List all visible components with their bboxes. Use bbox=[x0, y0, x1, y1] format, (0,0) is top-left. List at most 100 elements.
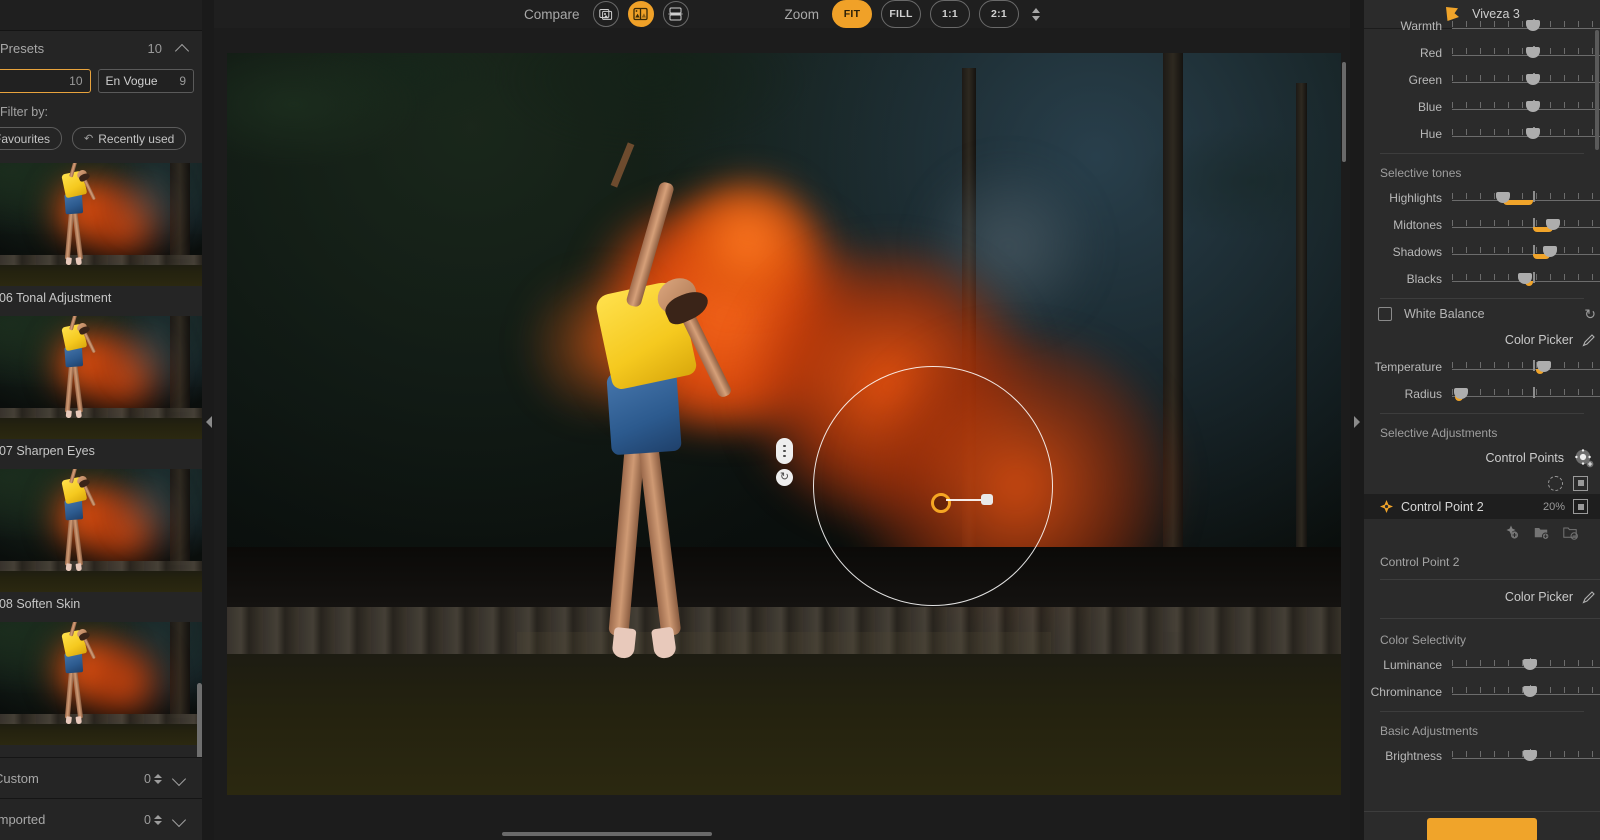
slider-highlights[interactable] bbox=[1452, 189, 1600, 207]
slider-row-midtones[interactable]: Midtones bbox=[1364, 211, 1600, 238]
slider-brightness[interactable] bbox=[1452, 747, 1600, 765]
filter-pill-favourites[interactable]: Favourites bbox=[0, 127, 62, 150]
list-item[interactable]: 007 Sharpen Eyes bbox=[0, 316, 202, 466]
group-add-icon[interactable] bbox=[1534, 525, 1549, 540]
duplicate-icon[interactable]: ↻ bbox=[776, 469, 793, 486]
slider-row-temperature[interactable]: Temperature bbox=[1364, 353, 1600, 380]
eyedropper-icon[interactable] bbox=[1582, 333, 1596, 347]
collapse-right-panel-icon[interactable] bbox=[1354, 416, 1360, 428]
zoom-2-1-button[interactable]: 2:1 bbox=[979, 0, 1019, 28]
preset-tab-en-vogue[interactable]: En Vogue 9 bbox=[98, 69, 195, 93]
stepper-icon[interactable]: 0 bbox=[144, 813, 162, 827]
control-point-color-picker-row[interactable]: Color Picker bbox=[1364, 584, 1600, 610]
slider-hue[interactable] bbox=[1452, 125, 1600, 143]
imported-presets-row[interactable]: Imported 0 bbox=[0, 798, 202, 840]
divider bbox=[1380, 711, 1584, 712]
preset-tab-all[interactable]: 10 bbox=[0, 69, 91, 93]
eyedropper-icon[interactable] bbox=[1582, 590, 1596, 604]
add-control-point-icon[interactable] bbox=[1574, 448, 1594, 468]
preset-thumbnail[interactable] bbox=[0, 316, 202, 439]
apply-button[interactable] bbox=[1427, 818, 1537, 840]
slider-temperature[interactable] bbox=[1452, 358, 1600, 376]
slider-blue[interactable] bbox=[1452, 98, 1600, 116]
chevron-up-icon[interactable] bbox=[176, 41, 190, 55]
list-item[interactable]: Control Point 2 20% bbox=[1364, 494, 1600, 519]
split-compare-icon[interactable] bbox=[628, 1, 654, 27]
zoom-fit-button[interactable]: FIT bbox=[832, 0, 872, 28]
chevron-down-icon[interactable] bbox=[172, 771, 188, 787]
slider-blacks[interactable] bbox=[1452, 270, 1600, 288]
chevron-down-icon[interactable] bbox=[172, 812, 188, 828]
slider-label-green: Green bbox=[1364, 73, 1452, 87]
canvas-horizontal-scrollbar[interactable] bbox=[502, 832, 712, 836]
slider-row-warmth[interactable]: Warmth bbox=[1364, 12, 1600, 39]
kebab-menu-icon[interactable] bbox=[776, 438, 793, 464]
control-point-tools bbox=[1364, 519, 1600, 545]
mask-toggle-icon[interactable] bbox=[1573, 499, 1588, 514]
slider-row-hue[interactable]: Hue bbox=[1364, 120, 1600, 147]
slider-row-shadows[interactable]: Shadows bbox=[1364, 238, 1600, 265]
slider-shadows[interactable] bbox=[1452, 243, 1600, 261]
slider-green[interactable] bbox=[1452, 71, 1600, 89]
reset-icon[interactable]: ↻ bbox=[1584, 306, 1596, 323]
mask-toggle-icon[interactable] bbox=[1573, 476, 1588, 491]
group-remove-icon[interactable] bbox=[1563, 525, 1578, 540]
panel-scrollbar[interactable] bbox=[1595, 30, 1599, 150]
preset-thumbnail[interactable] bbox=[0, 469, 202, 592]
photo-preview[interactable]: ↻ bbox=[227, 53, 1341, 795]
slider-midtones[interactable] bbox=[1452, 216, 1600, 234]
adjustments-scroll-area[interactable]: Warmth Red Green bbox=[1364, 28, 1600, 840]
white-balance-color-picker-row[interactable]: Color Picker bbox=[1364, 327, 1600, 353]
slider-row-red[interactable]: Red bbox=[1364, 39, 1600, 66]
images-stack-icon[interactable] bbox=[593, 1, 619, 27]
list-item[interactable]: 006 Tonal Adjustment bbox=[0, 163, 202, 313]
group-remove-glyph bbox=[1563, 525, 1578, 540]
slider-row-radius[interactable]: Radius bbox=[1364, 380, 1600, 407]
control-point-radius-circle[interactable] bbox=[813, 366, 1053, 606]
checkbox-icon[interactable] bbox=[1378, 307, 1392, 321]
slider-luminance[interactable] bbox=[1452, 656, 1600, 674]
control-point-handle[interactable] bbox=[931, 493, 951, 513]
slider-row-blue[interactable]: Blue bbox=[1364, 93, 1600, 120]
zoom-stepper-icon[interactable] bbox=[1032, 8, 1040, 21]
thumb-wall bbox=[0, 561, 202, 571]
eyedropper-glyph bbox=[1582, 333, 1596, 347]
slider-row-chrominance[interactable]: Chrominance bbox=[1364, 678, 1600, 705]
selection-circle-icon[interactable] bbox=[1548, 476, 1563, 491]
image-canvas[interactable]: ↻ bbox=[214, 28, 1350, 840]
eyedropper-glyph bbox=[1582, 590, 1596, 604]
add-point-icon[interactable] bbox=[1505, 525, 1520, 540]
zoom-1-1-button[interactable]: 1:1 bbox=[930, 0, 970, 28]
slider-chrominance[interactable] bbox=[1452, 683, 1600, 701]
slider-row-highlights[interactable]: Highlights bbox=[1364, 184, 1600, 211]
custom-presets-label: Custom bbox=[0, 771, 39, 786]
images-stack-glyph bbox=[599, 8, 613, 21]
slider-row-green[interactable]: Green bbox=[1364, 66, 1600, 93]
slider-radius[interactable] bbox=[1452, 385, 1600, 403]
thumb-dancer bbox=[53, 316, 98, 418]
collapse-left-panel-icon[interactable] bbox=[206, 416, 212, 428]
slider-row-blacks[interactable]: Blacks bbox=[1364, 265, 1600, 292]
slider-red[interactable] bbox=[1452, 44, 1600, 62]
list-item[interactable]: 008 Soften Skin bbox=[0, 469, 202, 619]
scene-water bbox=[227, 547, 1341, 606]
slider-row-luminance[interactable]: Luminance bbox=[1364, 651, 1600, 678]
canvas-vertical-scrollbar[interactable] bbox=[1342, 62, 1346, 162]
preset-thumbnail[interactable] bbox=[0, 163, 202, 286]
slider-row-brightness[interactable]: Brightness bbox=[1364, 742, 1600, 769]
list-item[interactable] bbox=[0, 622, 202, 745]
filter-pill-recently-used[interactable]: ↶ Recently used bbox=[72, 127, 186, 150]
dancer-pointe-shoe bbox=[612, 627, 637, 659]
white-balance-header[interactable]: White Balance ↻ bbox=[1364, 301, 1600, 327]
zoom-fill-button[interactable]: FILL bbox=[881, 0, 921, 28]
split-compare-glyph bbox=[633, 7, 648, 21]
thumb-dancer bbox=[53, 622, 98, 724]
custom-presets-row[interactable]: Custom 0 bbox=[0, 757, 202, 799]
presets-list[interactable]: 006 Tonal Adjustment bbox=[0, 163, 202, 758]
preset-thumbnail[interactable] bbox=[0, 622, 202, 745]
stacked-compare-icon[interactable] bbox=[663, 1, 689, 27]
slider-warmth[interactable] bbox=[1452, 17, 1600, 35]
stepper-icon[interactable]: 0 bbox=[144, 772, 162, 786]
control-point-size-knob[interactable] bbox=[981, 494, 993, 505]
presets-section-header[interactable]: Presets 10 bbox=[0, 31, 202, 65]
